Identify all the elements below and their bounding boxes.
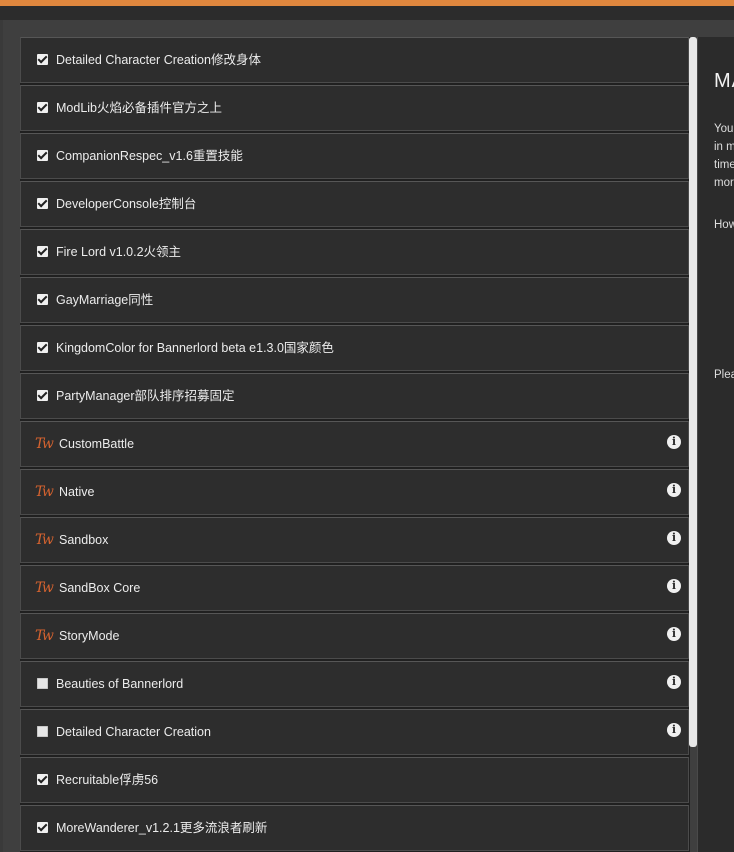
mod-name: Native xyxy=(59,485,95,499)
mod-checkbox[interactable] xyxy=(37,294,48,305)
mod-list-scrollbar[interactable] xyxy=(689,37,697,747)
mod-name: Detailed Character Creation修改身体 xyxy=(56,53,261,67)
info-icon[interactable]: i xyxy=(667,435,681,449)
mod-name: PartyManager部队排序招募固定 xyxy=(56,389,235,403)
mod-checkbox[interactable] xyxy=(37,246,48,257)
mod-list: Detailed Character Creation修改身体 ModLib火焰必… xyxy=(20,37,690,852)
mod-checkbox[interactable] xyxy=(37,726,48,737)
mod-row[interactable]: DeveloperConsole控制台 xyxy=(20,181,689,227)
mod-checkbox[interactable] xyxy=(37,678,48,689)
mod-row[interactable]: CompanionRespec_v1.6重置技能 xyxy=(20,133,689,179)
info-icon[interactable]: i xyxy=(667,675,681,689)
detail-line: mor xyxy=(714,177,734,189)
detail-line: You xyxy=(714,123,734,135)
detail-line: in m xyxy=(714,141,734,153)
mod-name: MoreWanderer_v1.2.1更多流浪者刷新 xyxy=(56,821,268,835)
detail-line: How xyxy=(714,219,734,231)
mod-checkbox[interactable] xyxy=(37,822,48,833)
mod-name: SandBox Core xyxy=(59,581,141,595)
detail-title: MA xyxy=(714,70,734,92)
tw-logo-icon: Tw xyxy=(35,484,54,500)
mod-row[interactable]: Beauties of Bannerlord i xyxy=(20,661,689,707)
mod-name: CompanionRespec_v1.6重置技能 xyxy=(56,149,243,163)
mod-row[interactable]: Detailed Character Creation i xyxy=(20,709,689,755)
mod-name: Recruitable俘虏56 xyxy=(56,773,159,787)
tw-logo-icon: Tw xyxy=(35,532,54,548)
mod-checkbox[interactable] xyxy=(37,198,48,209)
mod-row[interactable]: Recruitable俘虏56 xyxy=(20,757,689,803)
mod-checkbox[interactable] xyxy=(37,54,48,65)
mod-row[interactable]: Tw StoryMode i xyxy=(20,613,689,659)
mod-checkbox[interactable] xyxy=(37,150,48,161)
info-icon[interactable]: i xyxy=(667,483,681,497)
mod-row[interactable]: PartyManager部队排序招募固定 xyxy=(20,373,689,419)
detail-line: Plea xyxy=(714,369,734,381)
mod-name: KingdomColor for Bannerlord beta e1.3.0国… xyxy=(56,341,334,355)
mod-checkbox[interactable] xyxy=(37,774,48,785)
info-icon[interactable]: i xyxy=(667,531,681,545)
detail-line: time xyxy=(714,159,734,171)
info-icon[interactable]: i xyxy=(667,579,681,593)
mod-row[interactable]: Tw Sandbox i xyxy=(20,517,689,563)
mod-name: GayMarriage同性 xyxy=(56,293,154,307)
mod-checkbox[interactable] xyxy=(37,102,48,113)
mod-detail-panel: MA You in m time mor How Plea xyxy=(697,37,734,852)
mod-row[interactable]: Fire Lord v1.0.2火领主 xyxy=(20,229,689,275)
mod-row[interactable]: Tw Native i xyxy=(20,469,689,515)
mod-name: Detailed Character Creation xyxy=(56,725,211,739)
mod-row[interactable]: Tw CustomBattle i xyxy=(20,421,689,467)
mod-name: Fire Lord v1.0.2火领主 xyxy=(56,245,182,259)
mod-name: Beauties of Bannerlord xyxy=(56,677,184,691)
mod-row[interactable]: Detailed Character Creation修改身体 xyxy=(20,37,689,83)
mod-name: ModLib火焰必备插件官方之上 xyxy=(56,101,222,115)
top-shadow xyxy=(0,6,734,20)
mod-row[interactable]: GayMarriage同性 xyxy=(20,277,689,323)
info-icon[interactable]: i xyxy=(667,723,681,737)
info-icon[interactable]: i xyxy=(667,627,681,641)
mod-name: CustomBattle xyxy=(59,437,135,451)
mod-row[interactable]: KingdomColor for Bannerlord beta e1.3.0国… xyxy=(20,325,689,371)
mod-row[interactable]: MoreWanderer_v1.2.1更多流浪者刷新 xyxy=(20,805,689,851)
tw-logo-icon: Tw xyxy=(35,436,54,452)
mod-row[interactable]: Tw SandBox Core i xyxy=(20,565,689,611)
tw-logo-icon: Tw xyxy=(35,628,54,644)
tw-logo-icon: Tw xyxy=(35,580,54,596)
mod-row[interactable]: ModLib火焰必备插件官方之上 xyxy=(20,85,689,131)
mod-name: DeveloperConsole控制台 xyxy=(56,197,197,211)
mod-checkbox[interactable] xyxy=(37,342,48,353)
mod-name: StoryMode xyxy=(59,629,120,643)
mod-checkbox[interactable] xyxy=(37,390,48,401)
mod-name: Sandbox xyxy=(59,533,109,547)
